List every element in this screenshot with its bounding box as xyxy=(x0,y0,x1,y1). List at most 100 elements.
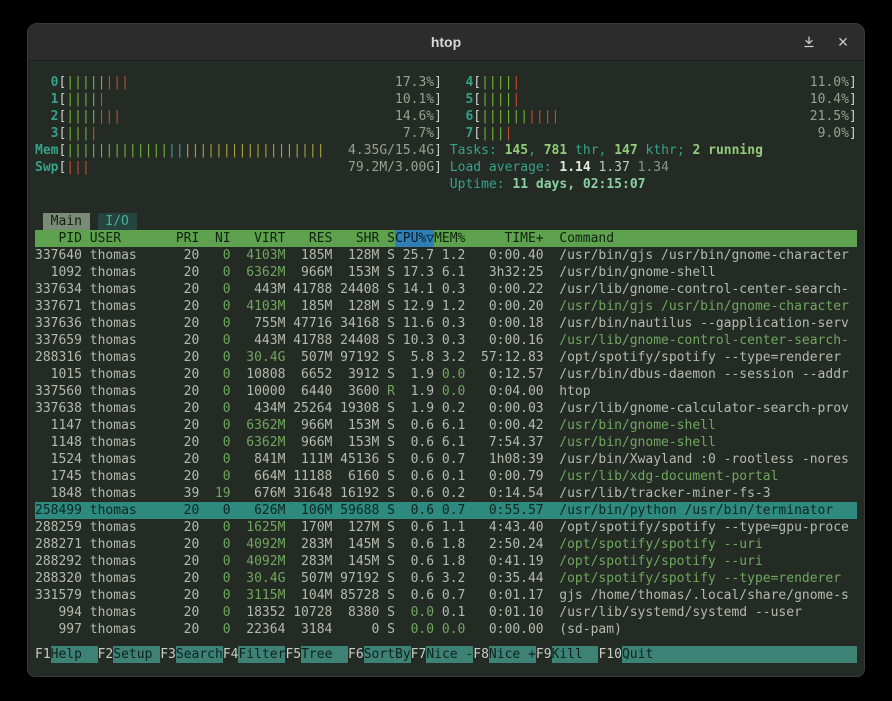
process-row[interactable]: 1147thomas2006362M966M153MS0.66.10:00.42… xyxy=(35,417,857,434)
process-row[interactable]: 997thomas2002236431840S0.00.00:00.00(sd-… xyxy=(35,621,857,638)
cell-ni: 0 xyxy=(199,587,230,604)
column-header-user[interactable]: USER xyxy=(90,230,168,247)
process-row[interactable]: 1848thomas3919676M3164816192S0.60.20:14.… xyxy=(35,485,857,502)
column-header-res[interactable]: RES xyxy=(285,230,332,247)
cell-ni: 0 xyxy=(199,366,230,383)
cell-pri: 20 xyxy=(168,417,199,434)
process-row[interactable]: 337638thomas200434M2526419308S1.90.20:00… xyxy=(35,400,857,417)
column-header-pri[interactable]: PRI xyxy=(168,230,199,247)
process-row[interactable]: 288271thomas2004092M283M145MS0.61.82:50.… xyxy=(35,536,857,553)
column-header-virt[interactable]: VIRT xyxy=(231,230,286,247)
fkey-label-tree[interactable]: Tree xyxy=(301,646,348,663)
fkey-label-kill[interactable]: Kill xyxy=(552,646,599,663)
meter-bracket: [ xyxy=(473,91,481,108)
meter-bracket: ] xyxy=(434,91,442,108)
fkey-label-search[interactable]: Search xyxy=(176,646,223,663)
column-header-cpu[interactable]: CPU%▽ xyxy=(395,230,434,247)
process-row[interactable]: 337671thomas2004103M185M128MS12.91.20:00… xyxy=(35,298,857,315)
meter-bar: ||||||||17.3% xyxy=(66,74,434,91)
cell-cmd: /usr/lib/tracker-miner-fs-3 xyxy=(559,485,857,502)
meter-bracket: ] xyxy=(849,91,857,108)
cell-mem: 0.2 xyxy=(434,485,465,502)
cell-pri: 20 xyxy=(168,366,199,383)
meter-value: 11.0% xyxy=(810,74,849,91)
cell-pri: 20 xyxy=(168,604,199,621)
cell-time: 0:01.17 xyxy=(465,587,543,604)
process-row[interactable]: 1524thomas200841M111M45136S0.60.71h08:39… xyxy=(35,451,857,468)
titlebar-icons: × xyxy=(800,24,852,60)
column-header-cmd[interactable]: Command xyxy=(559,230,857,247)
fkey-label-help[interactable]: Help xyxy=(51,646,98,663)
fkey-label-setup[interactable]: Setup xyxy=(113,646,160,663)
cell-cpu: 0.6 xyxy=(395,417,434,434)
process-row[interactable]: 337636thomas200755M4771634168S11.60.30:0… xyxy=(35,315,857,332)
tab-main[interactable]: Main xyxy=(43,213,90,230)
cell-pri: 20 xyxy=(168,570,199,587)
process-row[interactable]: 258499thomas200626M106M59688S0.60.70:55.… xyxy=(35,502,857,519)
process-row[interactable]: 337634thomas200443M4178824408S14.10.30:0… xyxy=(35,281,857,298)
meter-7: 7[||||9.0%] xyxy=(450,125,857,142)
fkey-f5: F5 xyxy=(285,646,301,663)
cell-res: 47716 xyxy=(285,315,332,332)
process-row[interactable]: 994thomas20018352107288380S0.00.10:01.10… xyxy=(35,604,857,621)
fkey-label-nice-[interactable]: Nice + xyxy=(489,646,536,663)
cell-pid: 288320 xyxy=(35,570,82,587)
cell-mem: 1.2 xyxy=(434,247,465,264)
cell-virt: 6362M xyxy=(231,264,286,281)
process-row[interactable]: 1092thomas2006362M966M153MS17.36.13h32:2… xyxy=(35,264,857,281)
fkey-f4: F4 xyxy=(223,646,239,663)
cell-pri: 20 xyxy=(168,298,199,315)
process-row[interactable]: 331579thomas2003115M104M85728S0.60.70:01… xyxy=(35,587,857,604)
meter-label: 4 xyxy=(450,74,473,91)
process-row[interactable]: 1015thomas2001080866523912S1.90.00:12.57… xyxy=(35,366,857,383)
column-header-pid[interactable]: PID xyxy=(35,230,82,247)
meter-bracket: [ xyxy=(58,159,66,176)
cell-ni: 19 xyxy=(199,485,230,502)
meter-row: 0[||||||||17.3%] 4[|||||11.0%] xyxy=(35,74,857,91)
process-row[interactable]: 1148thomas2006362M966M153MS0.66.17:54.37… xyxy=(35,434,857,451)
download-icon[interactable] xyxy=(800,33,818,51)
process-row[interactable]: 337659thomas200443M4178824408S10.30.30:0… xyxy=(35,332,857,349)
meter-label: 2 xyxy=(35,108,58,125)
fkey-label-nice-[interactable]: Nice - xyxy=(426,646,473,663)
column-header-s[interactable]: S xyxy=(379,230,395,247)
meter-0: 0[||||||||17.3%] xyxy=(35,74,442,91)
column-header-shr[interactable]: SHR xyxy=(332,230,379,247)
cell-virt: 4103M xyxy=(231,247,286,264)
meter-row: 1[|||||10.1%] 5[|||||10.4%] xyxy=(35,91,857,108)
meter-label: 3 xyxy=(35,125,58,142)
process-row[interactable]: 288320thomas20030.4G507M97192S0.63.20:35… xyxy=(35,570,857,587)
cell-user: thomas xyxy=(90,536,168,553)
cell-pri: 20 xyxy=(168,519,199,536)
load-average-line: Load average: 1.14 1.37 1.34 xyxy=(450,159,669,176)
cell-pri: 20 xyxy=(168,536,199,553)
cell-mem: 0.3 xyxy=(434,332,465,349)
tab-i-o[interactable]: I/O xyxy=(98,213,137,230)
meter-bar-segment: | xyxy=(512,75,520,90)
cell-time: 0:00.40 xyxy=(465,247,543,264)
window-titlebar[interactable]: htop × xyxy=(28,24,864,61)
meter-bracket: ] xyxy=(434,142,442,159)
process-row[interactable]: 288292thomas2004092M283M145MS0.61.80:41.… xyxy=(35,553,857,570)
process-row[interactable]: 288316thomas20030.4G507M97192S5.83.257:1… xyxy=(35,349,857,366)
process-row[interactable]: 288259thomas2001625M170M127MS0.61.14:43.… xyxy=(35,519,857,536)
cell-cpu: 17.3 xyxy=(395,264,434,281)
fkey-label-sortby[interactable]: SortBy xyxy=(364,646,411,663)
close-button[interactable]: × xyxy=(834,33,852,51)
process-row[interactable]: 337560thomas2001000064403600R1.90.00:04.… xyxy=(35,383,857,400)
column-header-time[interactable]: TIME+ xyxy=(465,230,543,247)
fkey-label-filter[interactable]: Filter xyxy=(238,646,285,663)
cell-pid: 288292 xyxy=(35,553,82,570)
fkey-f1: F1 xyxy=(35,646,51,663)
column-header-mem[interactable]: MEM% xyxy=(434,230,465,247)
column-header-ni[interactable]: NI xyxy=(199,230,230,247)
cell-pid: 1092 xyxy=(35,264,82,281)
cell-pri: 20 xyxy=(168,587,199,604)
process-row[interactable]: 337640thomas2004103M185M128MS25.71.20:00… xyxy=(35,247,857,264)
process-row[interactable]: 1745thomas200664M111886160S0.60.10:00.79… xyxy=(35,468,857,485)
process-list: 337640thomas2004103M185M128MS25.71.20:00… xyxy=(35,247,857,638)
cell-cpu: 0.6 xyxy=(395,468,434,485)
fkey-label-quit[interactable]: Quit xyxy=(622,646,669,663)
fkey-f2: F2 xyxy=(98,646,114,663)
cell-pri: 20 xyxy=(168,553,199,570)
